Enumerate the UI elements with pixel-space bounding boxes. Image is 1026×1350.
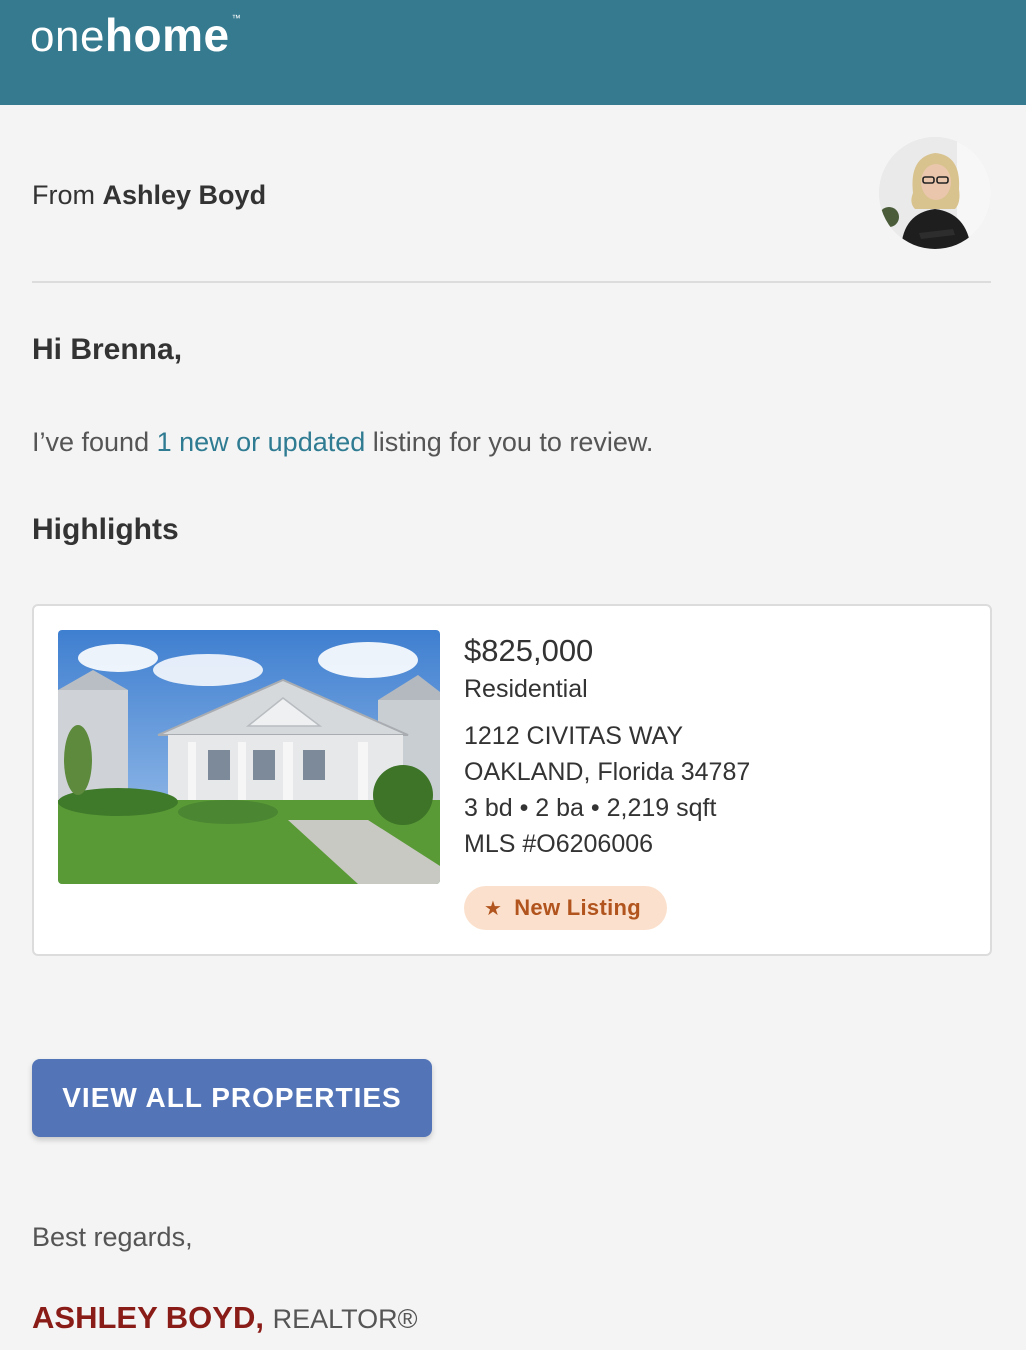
- listing-photo[interactable]: [58, 630, 440, 884]
- listing-price: $825,000: [464, 633, 594, 668]
- highlights-heading: Highlights: [32, 513, 179, 546]
- listing-mls: MLS #O6206006: [464, 830, 654, 858]
- agent-photo-icon: [879, 137, 991, 249]
- avatar: [879, 137, 991, 249]
- onehome-logo[interactable]: one home ™: [30, 8, 241, 68]
- closing-regards: Best regards,: [32, 1222, 193, 1252]
- header-bar: one home ™: [0, 0, 1026, 105]
- intro-text: I’ve found 1 new or updated listing for …: [32, 427, 653, 458]
- sender-line: From Ashley Boyd: [32, 180, 266, 211]
- view-all-properties-button[interactable]: VIEW ALL PROPERTIES: [32, 1059, 432, 1137]
- logo-text-home: home: [104, 9, 230, 61]
- new-listing-badge: ★ New Listing: [464, 886, 667, 930]
- star-icon: ★: [484, 897, 503, 920]
- signature-title: REALTOR®: [272, 1304, 418, 1334]
- house-photo-icon: [58, 630, 440, 884]
- listing-type: Residential: [464, 675, 588, 703]
- divider: [32, 281, 991, 283]
- badge-label: New Listing: [514, 895, 641, 920]
- signature-name: ASHLEY BOYD,: [32, 1300, 264, 1335]
- new-listings-link[interactable]: 1 new or updated: [157, 427, 366, 457]
- signature: ASHLEY BOYD, REALTOR®: [32, 1300, 418, 1336]
- sender-name: Ashley Boyd: [102, 180, 267, 210]
- listing-city: OAKLAND, Florida 34787: [464, 758, 751, 786]
- listing-specs: 3 bd • 2 ba • 2,219 sqft: [464, 794, 717, 822]
- logo-text-one: one: [30, 12, 105, 61]
- listing-card[interactable]: $825,000 Residential 1212 CIVITAS WAY OA…: [32, 604, 992, 956]
- sender-prefix: From: [32, 180, 95, 210]
- intro-text-after: listing for you to review.: [372, 427, 654, 457]
- listing-street: 1212 CIVITAS WAY: [464, 722, 684, 750]
- listing-info: $825,000 Residential 1212 CIVITAS WAY OA…: [464, 632, 750, 862]
- greeting-heading: Hi Brenna,: [32, 333, 183, 366]
- logo-trademark: ™: [231, 13, 241, 23]
- intro-text-before: I’ve found: [32, 427, 150, 457]
